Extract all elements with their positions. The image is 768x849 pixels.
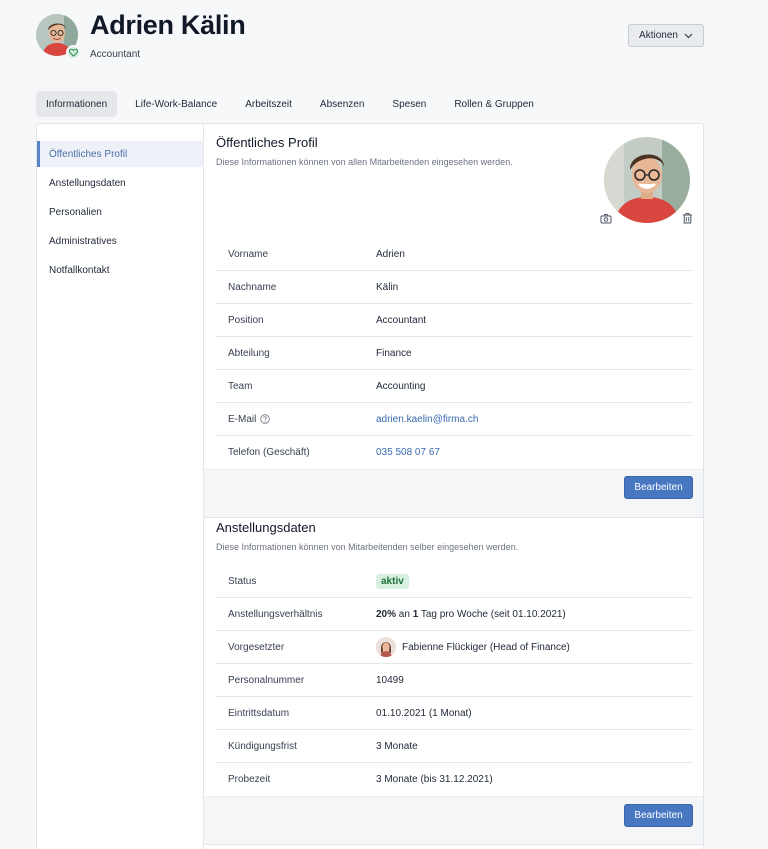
status-badge: aktiv (376, 573, 409, 589)
field-row-email: E-Mail adrien.kaelin@firma.ch (216, 403, 693, 436)
actions-dropdown[interactable]: Aktionen (628, 24, 704, 47)
field-label: Personalnummer (228, 674, 305, 686)
camera-icon[interactable] (599, 211, 613, 225)
field-row-anstellungsverhaeltnis: Anstellungsverhältnis 20% an 1 Tag pro W… (216, 598, 693, 631)
field-row-vorgesetzter: Vorgesetzter Fabienne Flückiger (Head of… (216, 631, 693, 664)
profile-section-description: Diese Informationen können von allen Mit… (216, 157, 513, 167)
tab-bar: Informationen Life-Work-Balance Arbeitsz… (36, 91, 552, 117)
profile-picture (604, 137, 690, 223)
field-label: Probezeit (228, 774, 271, 785)
supervisor-avatar[interactable] (376, 637, 396, 657)
profile-footer: Bearbeiten (204, 469, 703, 518)
profile-fields: Vorname Adrien Nachname Kälin Position A… (216, 238, 693, 469)
chevron-down-icon (684, 33, 693, 38)
field-value: 3 Monate (376, 740, 418, 752)
employment-text: Tag pro Woche (seit 01.10.2021) (418, 608, 566, 620)
field-row-probezeit: Probezeit 3 Monate (bis 31.12.2021) (216, 763, 693, 796)
edit-profile-button[interactable]: Bearbeiten (624, 476, 693, 499)
tab-arbeitszeit[interactable]: Arbeitszeit (235, 91, 302, 117)
nav-item-oeffentliches-profil[interactable]: Öffentliches Profil (37, 141, 203, 167)
field-label: Abteilung (228, 347, 270, 359)
field-row-abteilung: Abteilung Finance (216, 337, 693, 370)
field-label: Telefon (Geschäft) (228, 447, 310, 458)
employment-percent: 20% (376, 608, 397, 620)
field-value: Kälin (376, 281, 399, 293)
field-label: Nachname (228, 281, 277, 293)
heart-icon (69, 48, 78, 57)
field-label: Position (228, 314, 264, 326)
field-label: Vorname (228, 248, 269, 260)
field-value: 01.10.2021 (1 Monat) (376, 707, 472, 719)
edit-employment-button[interactable]: Bearbeiten (624, 804, 693, 827)
field-label: Eintrittsdatum (228, 707, 290, 719)
field-label: E-Mail (228, 413, 257, 425)
field-value: 3 Monate (bis 31.12.2021) (376, 774, 493, 785)
field-row-position: Position Accountant (216, 304, 693, 337)
field-label: Status (228, 575, 257, 587)
section-nav: Öffentliches Profil Anstellungsdaten Per… (37, 124, 204, 849)
tab-life-work-balance[interactable]: Life-Work-Balance (125, 91, 227, 117)
phone-link[interactable]: 035 508 07 67 (376, 447, 440, 458)
wellbeing-badge (66, 45, 81, 60)
field-value: 10499 (376, 674, 404, 686)
tab-informationen[interactable]: Informationen (36, 91, 118, 117)
field-value: Finance (376, 347, 412, 359)
actions-label: Aktionen (639, 30, 678, 41)
field-value: Accountant (376, 314, 427, 326)
employment-section-title: Anstellungsdaten (216, 520, 316, 535)
nav-item-administratives[interactable]: Administratives (37, 228, 203, 254)
main-content: Öffentliches Profil Diese Informationen … (204, 124, 703, 849)
field-row-kuendigungsfrist: Kündigungsfrist 3 Monate (216, 730, 693, 763)
field-row-vorname: Vorname Adrien (216, 238, 693, 271)
nav-item-personalien[interactable]: Personalien (37, 199, 203, 225)
field-label: Team (228, 380, 253, 392)
nav-item-anstellungsdaten[interactable]: Anstellungsdaten (37, 170, 203, 196)
field-value: Adrien (376, 248, 405, 260)
employment-footer: Bearbeiten (204, 796, 703, 845)
user-role: Accountant (90, 49, 141, 60)
field-label: Kündigungsfrist (228, 740, 297, 752)
field-label: Vorgesetzter (228, 641, 285, 653)
profile-section-title: Öffentliches Profil (216, 135, 318, 150)
email-link[interactable]: adrien.kaelin@firma.ch (376, 414, 478, 425)
help-icon[interactable] (260, 414, 271, 424)
trash-icon[interactable] (680, 211, 694, 225)
tab-spesen[interactable]: Spesen (382, 91, 436, 117)
employment-fields: Status aktiv Anstellungsverhältnis 20% a… (216, 565, 693, 796)
employment-section-description: Diese Informationen können von Mitarbeit… (216, 542, 519, 552)
profile-header: Adrien Kälin Accountant Aktionen (36, 10, 704, 62)
field-label: Anstellungsverhältnis (228, 608, 323, 620)
field-row-personalnummer: Personalnummer 10499 (216, 664, 693, 697)
supervisor-name: Fabienne Flückiger (Head of Finance) (402, 641, 570, 653)
field-row-telefon: Telefon (Geschäft) 035 508 07 67 (216, 436, 693, 469)
field-row-eintrittsdatum: Eintrittsdatum 01.10.2021 (1 Monat) (216, 697, 693, 730)
page-title: Adrien Kälin (90, 10, 246, 40)
field-value: Accounting (376, 380, 426, 392)
tab-absenzen[interactable]: Absenzen (310, 91, 374, 117)
nav-item-notfallkontakt[interactable]: Notfallkontakt (37, 257, 203, 283)
employment-text: an (396, 608, 413, 620)
tab-rollen-gruppen[interactable]: Rollen & Gruppen (444, 91, 544, 117)
content-card: Öffentliches Profil Anstellungsdaten Per… (36, 123, 704, 849)
field-row-team: Team Accounting (216, 370, 693, 403)
field-row-nachname: Nachname Kälin (216, 271, 693, 304)
field-row-status: Status aktiv (216, 565, 693, 598)
